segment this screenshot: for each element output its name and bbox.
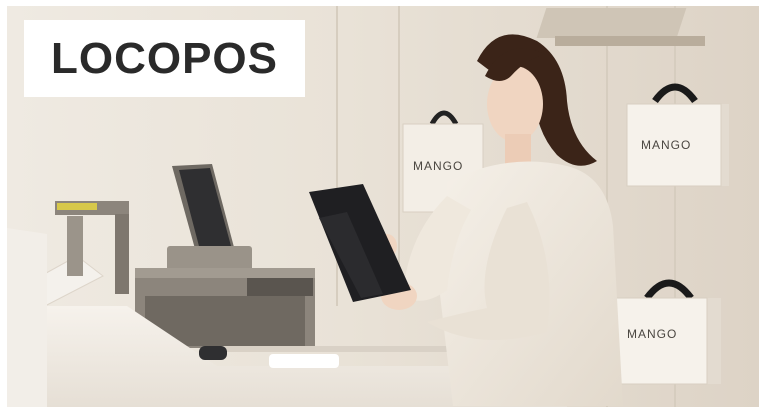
hanger-bundle: [269, 354, 339, 368]
bag-label: MANGO: [413, 159, 463, 173]
top-shelf: [536, 8, 687, 38]
bag-label: MANGO: [641, 138, 691, 152]
bag-lower-right: MANGO: [610, 279, 721, 385]
bag-label: MANGO: [627, 327, 677, 341]
logo-box: LOCOPOS: [24, 20, 305, 97]
brand-logo: LOCOPOS: [50, 33, 279, 83]
photo-frame: MANGO MANGO MANGO LOCOPOS: [7, 6, 759, 407]
